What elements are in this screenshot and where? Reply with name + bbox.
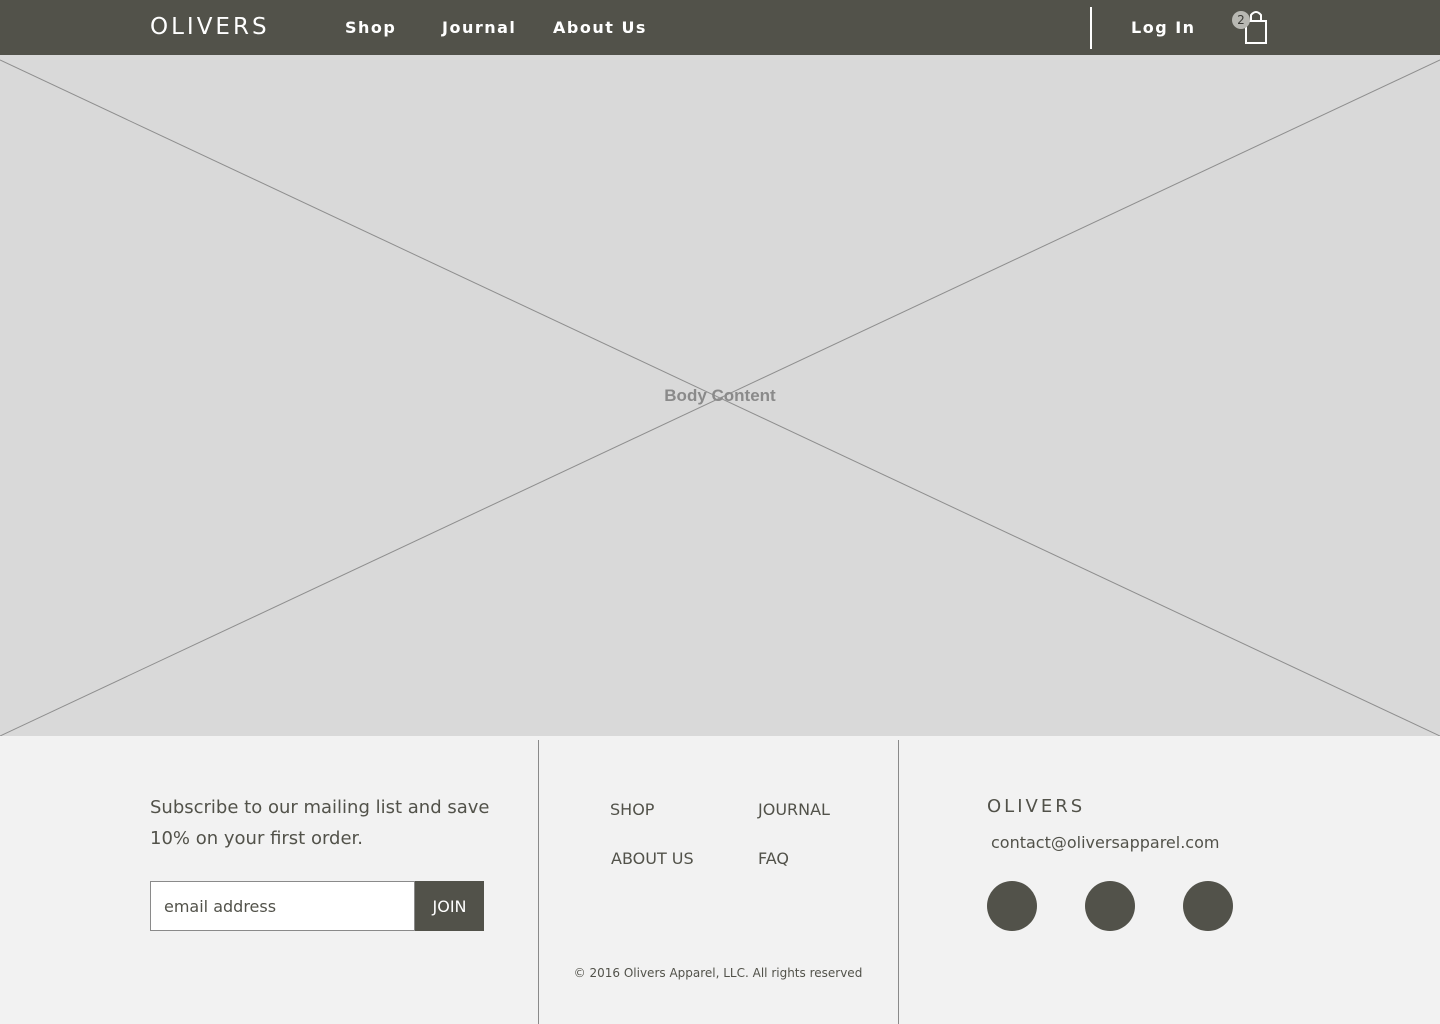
nav-about-link[interactable]: About Us [553, 18, 647, 37]
site-logo[interactable]: OLIVERS [150, 14, 270, 40]
cart-count-badge: 2 [1232, 11, 1250, 29]
social-icon[interactable] [987, 881, 1037, 931]
subscribe-text: Subscribe to our mailing list and save 1… [150, 797, 490, 849]
header-divider [1090, 7, 1092, 49]
nav-journal-link[interactable]: Journal [442, 18, 516, 37]
site-header: OLIVERS Shop Journal About Us Log In 2 [0, 0, 1440, 55]
footer-divider [538, 740, 539, 1024]
site-footer: Subscribe to our mailing list and save 1… [0, 740, 1440, 1024]
footer-journal-link[interactable]: JOURNAL [758, 800, 830, 819]
contact-email-link[interactable]: contact@oliversapparel.com [991, 833, 1219, 852]
copyright-text: © 2016 Olivers Apparel, LLC. All rights … [573, 966, 863, 980]
footer-divider [898, 740, 899, 1024]
footer-faq-link[interactable]: FAQ [758, 849, 789, 868]
placeholder-label: Body Content [664, 386, 776, 405]
login-link[interactable]: Log In [1131, 18, 1196, 37]
footer-logo: OLIVERS [987, 796, 1086, 817]
cart-button[interactable]: 2 [1232, 8, 1272, 48]
footer-about-link[interactable]: ABOUT US [611, 849, 694, 868]
social-icon[interactable] [1183, 881, 1233, 931]
email-input[interactable] [150, 881, 415, 931]
social-icon[interactable] [1085, 881, 1135, 931]
nav-shop-link[interactable]: Shop [345, 18, 396, 37]
body-content-placeholder: Body Content [0, 55, 1440, 736]
join-button[interactable]: JOIN [415, 881, 484, 931]
footer-shop-link[interactable]: SHOP [610, 800, 654, 819]
